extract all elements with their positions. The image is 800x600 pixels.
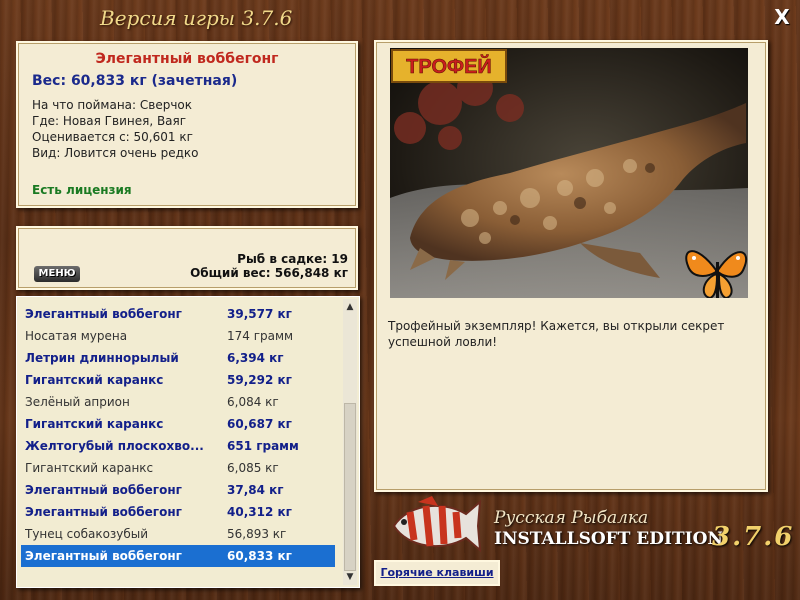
list-item[interactable]: Гигантский каранкс 6,085 кг (21, 457, 335, 479)
list-item[interactable]: Гигантский каранкс 60,687 кг (21, 413, 335, 435)
list-item[interactable]: Элегантный воббегонг 60,833 кг (21, 545, 335, 567)
list-item[interactable]: Элегантный воббегонг 40,312 кг (21, 501, 335, 523)
license-status: Есть лицензия (32, 183, 132, 197)
menu-button[interactable]: МЕНЮ (34, 266, 80, 282)
fish-weight-cell: 40,312 кг (227, 505, 292, 519)
chevron-down-icon[interactable]: ▼ (343, 569, 357, 585)
trophy-panel: ТРОФЕЙ Трофейный экземпляр! Кажется, вы … (374, 40, 768, 492)
version-number: 3.7.6 (712, 522, 795, 552)
scrollbar[interactable]: ▲ ▼ (343, 299, 357, 585)
valued-info: Оценивается с: 50,601 кг (32, 130, 193, 144)
wobbegong-image: ТРОФЕЙ (390, 48, 748, 298)
fish-weight-cell: 60,687 кг (227, 417, 292, 431)
list-item[interactable]: Тунец собакозубый 56,893 кг (21, 523, 335, 545)
fish-name-cell: Гигантский каранкс (25, 461, 154, 475)
chevron-up-icon[interactable]: ▲ (343, 299, 357, 315)
fish-name-cell: Летрин длиннорылый (25, 351, 179, 365)
fish-count: Рыб в садке: 19 (237, 252, 348, 266)
fish-weight-cell: 37,84 кг (227, 483, 284, 497)
fish-name-cell: Элегантный воббегонг (25, 483, 182, 497)
rarity-info: Вид: Ловится очень редко (32, 146, 199, 160)
fish-name-cell: Желтогубый плоскохво... (25, 439, 204, 453)
fish-weight-cell: 59,292 кг (227, 373, 292, 387)
fish-weight-cell: 6,085 кг (227, 461, 279, 475)
fish-weight-cell: 56,893 кг (227, 527, 287, 541)
fish-weight-cell: 6,084 кг (227, 395, 279, 409)
fish-name: Элегантный воббегонг (95, 51, 279, 67)
trophy-badge: ТРОФЕЙ (406, 54, 492, 78)
hotkeys-button[interactable]: Горячие клавиши (374, 560, 500, 586)
list-item[interactable]: Элегантный воббегонг 39,577 кг (21, 303, 335, 325)
list-item[interactable]: Носатая мурена 174 грамм (21, 325, 335, 347)
bait-info: На что поймана: Сверчок (32, 98, 193, 112)
fish-name-cell: Элегантный воббегонг (25, 505, 182, 519)
total-weight: Общий вес: 566,848 кг (190, 266, 348, 280)
list-item[interactable]: Летрин длиннорылый 6,394 кг (21, 347, 335, 369)
fish-name-cell: Гигантский каранкс (25, 417, 164, 431)
location-info: Где: Новая Гвинея, Ваяг (32, 114, 187, 128)
fish-weight-cell: 60,833 кг (227, 549, 292, 563)
fish-name-cell: Носатая мурена (25, 329, 128, 343)
brand-title: Русская Рыбалка (494, 508, 649, 528)
fish-weight-cell: 174 грамм (227, 329, 294, 343)
window-title: Версия игры 3.7.6 (100, 6, 293, 30)
fish-weight-cell: 39,577 кг (227, 307, 292, 321)
fish-info-panel: Элегантный воббегонг Вес: 60,833 кг (зач… (16, 41, 358, 208)
list-item[interactable]: Зелёный априон 6,084 кг (21, 391, 335, 413)
scrollbar-thumb[interactable] (344, 403, 356, 571)
fish-weight-cell: 651 грамм (227, 439, 299, 453)
fish-photo: ТРОФЕЙ (390, 48, 748, 298)
fish-name-cell: Зелёный априон (25, 395, 130, 409)
keepnet-stats-panel: МЕНЮ Рыб в садке: 19 Общий вес: 566,848 … (16, 226, 358, 290)
close-icon[interactable]: X (770, 5, 794, 29)
fish-weight: Вес: 60,833 кг (зачетная) (32, 73, 238, 89)
fish-logo-icon (392, 496, 482, 553)
fish-weight-cell: 6,394 кг (227, 351, 284, 365)
brand-edition: INSTALLSOFT EDITION (494, 529, 723, 549)
fish-name-cell: Элегантный воббегонг (25, 549, 182, 563)
fish-name-cell: Элегантный воббегонг (25, 307, 182, 321)
trophy-description: Трофейный экземпляр! Кажется, вы открыли… (388, 319, 725, 349)
list-item[interactable]: Элегантный воббегонг 37,84 кг (21, 479, 335, 501)
catch-list: Элегантный воббегонг 39,577 кг Носатая мур… (16, 296, 360, 588)
list-item[interactable]: Желтогубый плоскохво... 651 грамм (21, 435, 335, 457)
fish-name-cell: Гигантский каранкс (25, 373, 164, 387)
list-item[interactable]: Гигантский каранкс 59,292 кг (21, 369, 335, 391)
fish-name-cell: Тунец собакозубый (25, 527, 149, 541)
